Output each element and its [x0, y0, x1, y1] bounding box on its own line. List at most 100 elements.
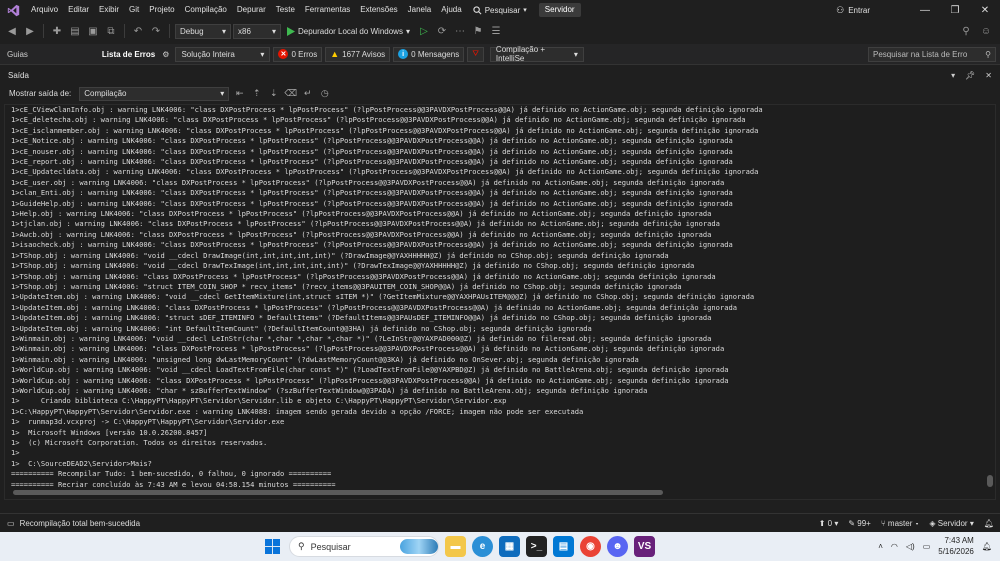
configuration-dropdown[interactable]: Debug ▾: [175, 23, 231, 39]
menu-item-0[interactable]: Arquivo: [26, 0, 63, 20]
search-highlight-image: [400, 539, 438, 554]
restore-button[interactable]: ❐: [940, 0, 970, 20]
search-icon: ⚲: [298, 541, 305, 551]
toolbar-separator: [169, 24, 170, 38]
output-line: 1>Winmain.obj : warning LNK4006: "void _…: [11, 333, 712, 343]
edit-icon: ✎: [848, 519, 856, 528]
word-wrap-icon[interactable]: ↵: [301, 87, 314, 100]
messages-filter-button[interactable]: i 0 Mensagens: [393, 46, 465, 62]
scope-dropdown[interactable]: Solução Inteira ▾: [175, 46, 271, 62]
taskbar-search-input[interactable]: ⚲ Pesquisar: [289, 536, 439, 557]
repo-button[interactable]: ◈ Servidor ▾: [929, 519, 973, 528]
notifications-bell-icon[interactable]: 🔔︎: [984, 519, 994, 528]
repo-icon: ◈: [929, 519, 936, 528]
menu-item-8[interactable]: Ferramentas: [300, 0, 355, 20]
branch-icon: ⑂: [880, 519, 886, 528]
chevron-down-icon: ▾: [221, 26, 226, 36]
pin-icon[interactable]: 📌︎: [965, 71, 975, 80]
menu-item-9[interactable]: Extensões: [355, 0, 402, 20]
start-debugging-button[interactable]: Depurador Local do Windows ▾: [283, 26, 414, 36]
build-filter-dropdown[interactable]: Compilação + IntelliSe ▾: [489, 45, 584, 63]
status-bar: ▭ Recompilação total bem-sucedida ⬆ 0 ▾ …: [0, 513, 1000, 532]
chevron-down-icon: ▾: [260, 49, 265, 59]
errors-filter-button[interactable]: ✕ 0 Erros: [273, 46, 323, 62]
store-icon[interactable]: ▦: [499, 536, 520, 557]
discord-icon[interactable]: ☻: [607, 536, 628, 557]
timestamp-icon[interactable]: ◷: [318, 87, 331, 100]
menu-item-4[interactable]: Projeto: [144, 0, 179, 20]
find-message-icon[interactable]: ⇤: [233, 87, 246, 100]
signin-button[interactable]: ⚇ Entrar: [836, 5, 870, 16]
terminal-icon[interactable]: >_: [526, 536, 547, 557]
forward-icon[interactable]: ▶: [22, 23, 38, 39]
play-icon: [287, 26, 295, 36]
clear-all-icon[interactable]: ⌫: [284, 87, 297, 100]
filter-icon-button[interactable]: ⛛: [467, 46, 484, 62]
branch-button[interactable]: ⑂ master ▾: [881, 519, 920, 528]
next-message-icon[interactable]: ⇣: [267, 87, 280, 100]
undo-icon[interactable]: ↶: [130, 23, 146, 39]
chrome-browser-icon[interactable]: ◉: [580, 536, 601, 557]
tab-error-list[interactable]: Lista de Erros: [95, 50, 162, 59]
chevron-down-icon[interactable]: ▾: [951, 71, 955, 80]
output-line: 1>clan_Enti.obj : warning LNK4006: "clas…: [11, 188, 733, 198]
new-project-icon[interactable]: ✚: [49, 23, 65, 39]
menu-item-2[interactable]: Exibir: [94, 0, 124, 20]
warnings-filter-button[interactable]: ▲ 1677 Avisos: [325, 46, 391, 62]
feedback-icon[interactable]: ☺: [978, 23, 994, 39]
edge-browser-icon[interactable]: e: [472, 536, 493, 557]
toolbar-right: ⚲ ☺: [958, 23, 994, 39]
menu-item-7[interactable]: Teste: [271, 0, 300, 20]
output-source-dropdown[interactable]: Compilação ▾: [79, 86, 230, 101]
battery-icon[interactable]: ▭: [923, 542, 931, 551]
bookmark-icon[interactable]: ⚑: [470, 23, 486, 39]
more-options-icon[interactable]: ⋯: [452, 23, 468, 39]
visual-studio-logo-icon[interactable]: [6, 3, 20, 17]
vertical-scrollbar-thumb[interactable]: [987, 475, 993, 487]
close-icon[interactable]: ✕: [985, 71, 992, 80]
search-menu[interactable]: Pesquisar ▾: [467, 6, 533, 15]
comment-icon[interactable]: ☰: [488, 23, 504, 39]
redo-icon[interactable]: ↷: [148, 23, 164, 39]
calculator-icon[interactable]: ▤: [553, 536, 574, 557]
warnings-count: 1677 Avisos: [342, 49, 386, 59]
hot-reload-icon[interactable]: ⟳: [434, 23, 450, 39]
save-icon[interactable]: ▣: [85, 23, 101, 39]
messages-count: 0 Mensagens: [411, 49, 460, 59]
vertical-scrollbar[interactable]: [985, 105, 995, 499]
menu-item-11[interactable]: Ajuda: [436, 0, 466, 20]
output-text-area[interactable]: 1>cE_CViewClanInfo.obj : warning LNK4006…: [4, 104, 996, 500]
platform-dropdown[interactable]: x86 ▾: [233, 23, 281, 39]
back-icon[interactable]: ◀: [4, 23, 20, 39]
output-line: 1>cE_Notice.obj : warning LNK4006: "clas…: [11, 136, 733, 146]
menu-item-10[interactable]: Janela: [403, 0, 437, 20]
error-list-search-input[interactable]: Pesquisar na Lista de Erro ⚲: [868, 47, 996, 62]
close-button[interactable]: ✕: [970, 0, 1000, 20]
run-without-debugging-icon[interactable]: ▷: [416, 23, 432, 39]
taskbar-clock[interactable]: 7:43 AM 5/16/2026: [938, 535, 974, 557]
file-explorer-icon[interactable]: ▬: [445, 536, 466, 557]
search-icon: [473, 5, 482, 14]
horizontal-scrollbar-thumb[interactable]: [13, 490, 663, 495]
notification-center-icon[interactable]: 🔔︎: [982, 542, 992, 551]
live-share-icon[interactable]: ⚲: [958, 23, 974, 39]
visual-studio-taskbar-icon[interactable]: VS: [634, 536, 655, 557]
menu-item-3[interactable]: Git: [124, 0, 144, 20]
windows-start-icon[interactable]: [262, 536, 283, 557]
speaker-icon[interactable]: ◁): [906, 542, 915, 551]
wifi-icon[interactable]: ◠: [891, 542, 898, 551]
output-line: 1> C:\SourceDEAD2\Servidor>Mais?: [11, 458, 152, 468]
menu-item-6[interactable]: Depurar: [232, 0, 271, 20]
gear-icon[interactable]: ⚙: [162, 50, 169, 59]
save-all-icon[interactable]: ⧉: [103, 23, 119, 39]
tab-guides[interactable]: Guias: [0, 50, 35, 59]
menu-item-1[interactable]: Editar: [63, 0, 94, 20]
chevron-up-icon[interactable]: ˄: [878, 542, 883, 551]
status-errors-button[interactable]: ⬆ 0 ▾: [819, 519, 839, 528]
menu-item-5[interactable]: Compilação: [180, 0, 232, 20]
output-line: 1>GuideHelp.obj : warning LNK4006: "clas…: [11, 198, 733, 208]
minimize-button[interactable]: —: [910, 0, 940, 20]
open-folder-icon[interactable]: ▤: [67, 23, 83, 39]
status-notifications-button[interactable]: ✎ 99+: [848, 519, 871, 528]
previous-message-icon[interactable]: ⇡: [250, 87, 263, 100]
